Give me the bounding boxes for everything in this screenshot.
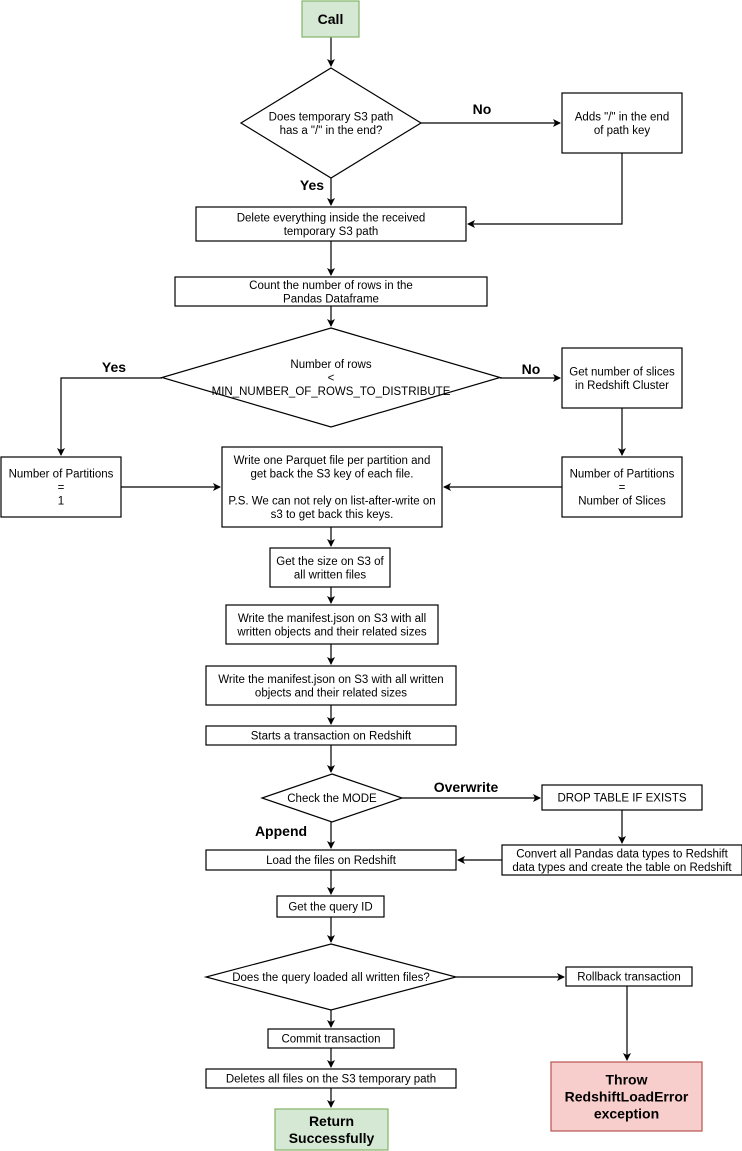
node-label-line: Number of Partitions — [9, 469, 114, 481]
node-label-line: s3 to get back this keys. — [271, 509, 394, 521]
node-label-line: = — [58, 482, 65, 494]
node-call: Call — [301, 0, 360, 38]
node-manifest-2: Write the manifest.json on S3 with all w… — [205, 665, 457, 706]
node-throw-error: ThrowRedshiftLoadErrorexception — [550, 1061, 703, 1132]
node-check-mode: Check the MODE — [260, 773, 404, 823]
node-label-line: < — [328, 373, 335, 385]
node-delete-files: Deletes all files on the S3 temporary pa… — [205, 1068, 457, 1089]
node-label-line: Check the MODE — [287, 793, 377, 805]
node-label-line: Throw — [606, 1072, 648, 1088]
edge-label-slash-no: No — [473, 101, 492, 117]
node-add-slash: Adds "/" in the end of path key — [561, 92, 683, 154]
node-label-line: Commit transaction — [281, 1034, 380, 1046]
node-write-parquet: Write one Parquet file per partition and… — [221, 446, 443, 528]
node-label-line: Number of Partitions — [570, 469, 675, 481]
node-label-line: data types and create the table on Redsh… — [512, 862, 732, 874]
flowchart: Call Does temporary S3 path has a "/" in t… — [0, 0, 742, 1151]
node-label-line: Successfully — [289, 1130, 375, 1146]
edge-check-rows-partitions-one — [57, 377, 162, 456]
node-get-slices: Get number of slices in Redshift Cluster — [561, 347, 683, 409]
node-label-line: Number of rows — [290, 359, 371, 371]
node-commit: Commit transaction — [267, 1028, 395, 1049]
node-label-line: has a "/" in the end? — [280, 125, 383, 137]
node-partitions-one: Number of Partitions= 1 — [0, 456, 122, 518]
node-check-loaded: Does the query loaded all written files? — [203, 943, 459, 1011]
node-label-line: Get the size on S3 of — [276, 556, 384, 568]
node-delete-path: Delete everything inside the received tem… — [195, 206, 467, 242]
node-label-line: exception — [594, 1106, 659, 1122]
node-label-line: Write the manifest.json on S3 with all w… — [218, 674, 443, 686]
node-manifest-1: Write the manifest.json on S3 with allwr… — [225, 604, 439, 645]
node-label-line: 1 — [58, 496, 64, 508]
node-label-line: Load the files on Redshift — [266, 855, 397, 867]
node-label-line: = — [619, 482, 626, 494]
node-label-line: DROP TABLE IF EXISTS — [557, 793, 686, 805]
node-drop-table: DROP TABLE IF EXISTS — [541, 784, 703, 811]
node-label-line: Rollback transaction — [577, 972, 681, 984]
node-get-size: Get the size on S3 ofall written files — [269, 547, 391, 588]
node-label-line: Does temporary S3 path — [269, 111, 394, 123]
node-label-line: Write the manifest.json on S3 with all — [238, 613, 426, 625]
node-label-line: written objects and their related sizes — [236, 626, 426, 638]
node-label-line: Get number of slices — [569, 366, 675, 378]
node-get-query-id: Get the query ID — [276, 895, 385, 918]
node-label-line: get back the S3 key of each file. — [250, 469, 413, 481]
edge-add-slash-delete-path — [467, 153, 623, 228]
edge-label-rows-no: No — [522, 361, 541, 377]
node-partitions-slices: Number of Partitions= Number of Slices — [561, 456, 683, 518]
node-convert-types: Convert all Pandas data types to Redshif… — [501, 844, 742, 876]
nodes: Call Does temporary S3 path has a "/" in t… — [0, 0, 742, 1151]
edge-label-mode-overwrite: Overwrite — [434, 779, 499, 795]
node-check-slash: Does temporary S3 path has a "/" in the e… — [239, 67, 423, 179]
edge-label-slash-yes: Yes — [300, 177, 324, 193]
node-label-line: Return — [309, 1113, 354, 1129]
node-label-line: Convert all Pandas data types to Redshif… — [516, 848, 728, 860]
node-load-files: Load the files on Redshift — [205, 849, 457, 871]
node-label-line: Count the number of rows in the — [249, 280, 413, 292]
node-label-line: Number of Slices — [578, 496, 666, 508]
node-count-rows: Count the number of rows in thePandas Da… — [174, 276, 488, 307]
node-label-line: RedshiftLoadError — [565, 1089, 689, 1105]
node-label-line: of path key — [594, 125, 651, 137]
node-label-line: P.S. We can not rely on list-after-write… — [228, 496, 435, 508]
node-label-line: in Redshift Cluster — [575, 380, 669, 392]
node-label-line: Delete everything inside the received — [237, 212, 426, 224]
edge-label-mode-append: Append — [255, 823, 307, 839]
node-label-line: Write one Parquet file per partition and — [234, 455, 431, 467]
node-check-rows: Number of rows <MIN_NUMBER_OF_ROWS_TO_DIS… — [159, 327, 503, 428]
node-label-line: Call — [318, 11, 344, 27]
node-rollback: Rollback transaction — [565, 966, 693, 987]
node-label-line: Starts a transaction on Redshift — [251, 731, 412, 743]
node-label-line: Deletes all files on the S3 temporary pa… — [226, 1074, 436, 1086]
node-start-tx: Starts a transaction on Redshift — [205, 725, 457, 746]
node-return-ok: ReturnSuccessfully — [274, 1108, 389, 1151]
node-label-line: objects and their related sizes — [255, 687, 407, 699]
node-label-line: Adds "/" in the end — [575, 111, 669, 123]
edge-label-rows-yes: Yes — [102, 359, 126, 375]
node-label-line: MIN_NUMBER_OF_ROWS_TO_DISTRIBUTE — [212, 386, 451, 398]
node-label-line: Does the query loaded all written files? — [232, 972, 430, 984]
node-label-line: Pandas Dataframe — [283, 293, 379, 305]
node-label-line: Get the query ID — [288, 902, 372, 914]
node-label-line: temporary S3 path — [284, 226, 379, 238]
node-label-line: all written files — [294, 569, 366, 581]
